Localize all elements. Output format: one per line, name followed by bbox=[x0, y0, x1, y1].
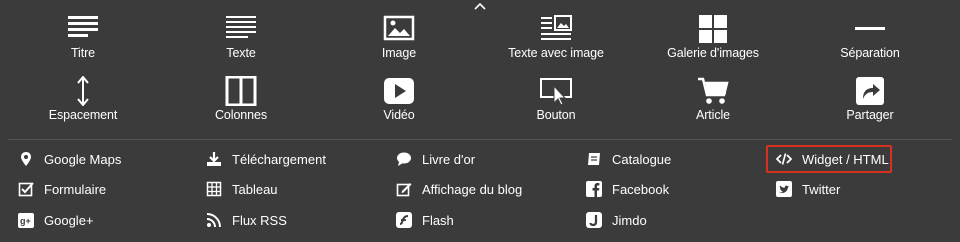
map-pin-icon bbox=[18, 151, 34, 167]
tile-label: Partager bbox=[846, 108, 894, 122]
link-affichage-blog[interactable]: Affichage du blog bbox=[396, 179, 522, 199]
link-flash[interactable]: Flash bbox=[396, 210, 454, 230]
heading-icon bbox=[67, 14, 99, 44]
button-icon bbox=[540, 76, 572, 106]
tile-article[interactable]: Article bbox=[633, 76, 793, 132]
link-telechargement[interactable]: Téléchargement bbox=[206, 149, 326, 169]
tile-colonnes[interactable]: Colonnes bbox=[161, 75, 321, 132]
tile-texte[interactable]: Texte bbox=[161, 14, 321, 70]
link-formulaire[interactable]: Formulaire bbox=[18, 179, 106, 199]
tile-image[interactable]: Image bbox=[319, 14, 479, 70]
tile-texte-avec-image[interactable]: Texte avec image bbox=[476, 14, 636, 70]
cart-icon bbox=[697, 76, 729, 106]
link-flux-rss[interactable]: Flux RSS bbox=[206, 210, 287, 230]
text-icon bbox=[225, 14, 257, 44]
facebook-icon bbox=[586, 181, 602, 197]
link-tableau[interactable]: Tableau bbox=[206, 179, 278, 199]
tile-video[interactable]: Vidéo bbox=[319, 76, 479, 132]
svg-text:g+: g+ bbox=[20, 216, 31, 226]
google-plus-icon: g+ bbox=[18, 212, 34, 228]
columns-icon bbox=[225, 75, 257, 107]
separator-icon bbox=[854, 14, 886, 44]
tile-label: Colonnes bbox=[214, 108, 267, 122]
gallery-icon bbox=[697, 14, 729, 44]
divider bbox=[8, 139, 952, 140]
tile-espacement[interactable]: Espacement bbox=[3, 75, 163, 132]
catalogue-icon bbox=[586, 151, 602, 167]
tile-separation[interactable]: Séparation bbox=[790, 14, 950, 70]
flash-icon bbox=[396, 212, 412, 228]
link-facebook[interactable]: Facebook bbox=[586, 179, 669, 199]
close-icon[interactable] bbox=[471, 0, 489, 12]
selected-highlight bbox=[766, 145, 892, 173]
tile-label: Titre bbox=[70, 46, 96, 60]
tile-label: Texte avec image bbox=[508, 46, 604, 60]
tile-bouton[interactable]: Bouton bbox=[476, 76, 636, 132]
table-icon bbox=[206, 181, 222, 197]
tile-label: Espacement bbox=[48, 108, 118, 122]
jimdo-icon bbox=[586, 212, 602, 228]
link-jimdo[interactable]: Jimdo bbox=[586, 210, 647, 230]
tile-galerie[interactable]: Galerie d'images bbox=[633, 14, 793, 70]
tile-label: Bouton bbox=[536, 108, 576, 122]
link-twitter[interactable]: Twitter bbox=[776, 179, 840, 199]
twitter-icon bbox=[776, 181, 792, 197]
form-check-icon bbox=[18, 181, 34, 197]
link-google-maps[interactable]: Google Maps bbox=[18, 149, 121, 169]
video-icon bbox=[383, 76, 415, 106]
link-livre-dor[interactable]: Livre d'or bbox=[396, 149, 475, 169]
tile-label: Séparation bbox=[840, 46, 900, 60]
link-catalogue[interactable]: Catalogue bbox=[586, 149, 671, 169]
tile-label: Image bbox=[381, 46, 417, 60]
download-icon bbox=[206, 151, 222, 167]
tile-label: Texte bbox=[226, 46, 256, 60]
link-google-plus[interactable]: g+ Google+ bbox=[18, 210, 94, 230]
tile-label: Article bbox=[695, 108, 731, 122]
tile-partager[interactable]: Partager bbox=[790, 76, 950, 132]
rss-icon bbox=[206, 212, 222, 228]
image-icon bbox=[383, 14, 415, 44]
spacing-icon bbox=[67, 75, 99, 107]
element-tiles: Titre Texte Image Texte avec image Galer… bbox=[0, 14, 960, 134]
tile-label: Vidéo bbox=[383, 108, 415, 122]
speech-bubble-icon bbox=[396, 151, 412, 167]
text-with-image-icon bbox=[540, 14, 572, 44]
tile-label: Galerie d'images bbox=[667, 46, 759, 60]
share-icon bbox=[854, 76, 886, 106]
tile-titre[interactable]: Titre bbox=[3, 14, 163, 70]
blog-edit-icon bbox=[396, 181, 412, 197]
